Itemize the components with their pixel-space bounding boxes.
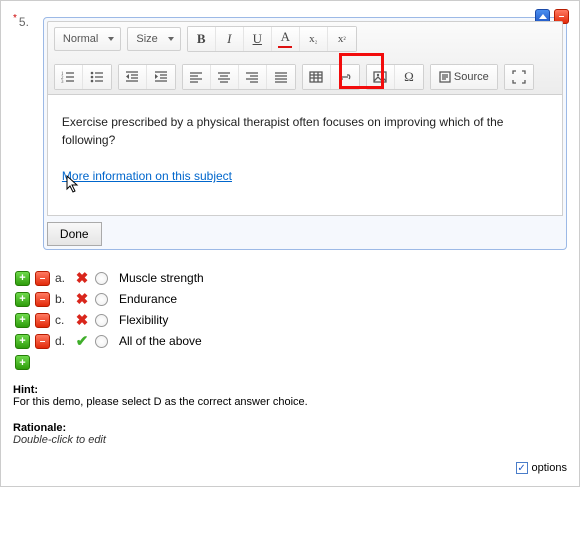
source-icon [439, 71, 451, 83]
options-label: options [532, 462, 567, 474]
align-left-button[interactable] [183, 65, 211, 89]
answer-row: +–a. ✖ Muscle strength [15, 270, 567, 286]
answer-letter: c. [55, 313, 69, 327]
paragraph-format-select[interactable]: Normal [54, 27, 121, 51]
link-button[interactable] [331, 65, 359, 89]
align-justify-icon [274, 70, 288, 84]
question-number: 5. [19, 11, 39, 29]
add-answer-before-button[interactable]: + [15, 271, 30, 286]
answer-letter: a. [55, 271, 69, 285]
hint-label: Hint: [13, 384, 38, 396]
done-label: Done [60, 227, 89, 241]
maximize-button[interactable] [505, 65, 533, 89]
chevron-down-icon [168, 37, 174, 41]
outdent-icon [125, 70, 139, 84]
image-icon [373, 70, 387, 84]
incorrect-mark-icon[interactable]: ✖ [74, 291, 90, 307]
bulleted-list-button[interactable] [83, 65, 111, 89]
svg-text:3: 3 [61, 80, 64, 84]
answer-radio[interactable] [95, 272, 108, 285]
numbered-list-icon: 123 [61, 70, 75, 84]
bulleted-list-icon [90, 70, 104, 84]
maximize-icon [512, 70, 526, 84]
answer-choices: +–a.✖Muscle strength+–b.✖Endurance+–c.✖F… [15, 270, 567, 349]
options-checkbox[interactable]: ✓ [516, 462, 528, 474]
answer-text[interactable]: All of the above [119, 334, 202, 348]
answer-radio[interactable] [95, 314, 108, 327]
hint-text: For this demo, please select D as the co… [13, 396, 308, 408]
indent-icon [154, 70, 168, 84]
question-editor-frame: – * 5. Normal Size B I U [0, 0, 580, 487]
table-button[interactable] [303, 65, 331, 89]
rich-text-editor: Normal Size B I U A x₂ x² [43, 17, 567, 250]
image-button[interactable] [367, 65, 395, 89]
link-icon [337, 70, 353, 84]
answer-radio[interactable] [95, 293, 108, 306]
paragraph-format-label: Normal [63, 33, 98, 45]
answer-row: +–c. ✖ Flexibility [15, 312, 567, 328]
rationale-label: Rationale: [13, 422, 66, 434]
bold-button[interactable]: B [188, 27, 216, 51]
subscript-button[interactable]: x₂ [300, 27, 328, 51]
align-center-icon [217, 70, 231, 84]
rationale-placeholder: Double-click to edit [13, 434, 106, 446]
answer-row: +–b. ✖ Endurance [15, 291, 567, 307]
add-answer-before-button[interactable]: + [15, 334, 30, 349]
answer-letter: d. [55, 334, 69, 348]
align-right-icon [245, 70, 259, 84]
indent-button[interactable] [147, 65, 175, 89]
editor-content[interactable]: Exercise prescribed by a physical therap… [47, 95, 563, 216]
add-answer-before-button[interactable]: + [15, 292, 30, 307]
answer-letter: b. [55, 292, 69, 306]
font-size-select[interactable]: Size [127, 27, 180, 51]
editor-toolbar: Normal Size B I U A x₂ x² [47, 21, 563, 95]
answer-radio[interactable] [95, 335, 108, 348]
align-right-button[interactable] [239, 65, 267, 89]
superscript-button[interactable]: x² [328, 27, 356, 51]
remove-answer-button[interactable]: – [35, 271, 50, 286]
italic-button[interactable]: I [216, 27, 244, 51]
question-body-text: Exercise prescribed by a physical therap… [62, 113, 548, 149]
answer-row: +–d. ✔ All of the above [15, 333, 567, 349]
remove-answer-button[interactable]: – [35, 334, 50, 349]
hint-block: Hint: For this demo, please select D as … [13, 384, 567, 408]
rationale-block[interactable]: Rationale: Double-click to edit [13, 422, 567, 446]
incorrect-mark-icon[interactable]: ✖ [74, 312, 90, 328]
table-icon [309, 70, 323, 84]
inserted-hyperlink[interactable]: More information on this subject [62, 167, 232, 185]
incorrect-mark-icon[interactable]: ✖ [74, 270, 90, 286]
special-char-button[interactable]: Ω [395, 65, 423, 89]
answer-text[interactable]: Muscle strength [119, 271, 204, 285]
underline-button[interactable]: U [244, 27, 272, 51]
add-answer-before-button[interactable]: + [15, 313, 30, 328]
numbered-list-button[interactable]: 123 [55, 65, 83, 89]
answer-text[interactable]: Endurance [119, 292, 177, 306]
align-center-button[interactable] [211, 65, 239, 89]
remove-answer-button[interactable]: – [35, 292, 50, 307]
correct-mark-icon[interactable]: ✔ [74, 333, 90, 349]
font-size-label: Size [136, 33, 157, 45]
source-label: Source [454, 71, 489, 83]
text-color-button[interactable]: A [272, 27, 300, 51]
mouse-cursor-icon [66, 175, 82, 195]
remove-answer-button[interactable]: – [35, 313, 50, 328]
answer-text[interactable]: Flexibility [119, 313, 168, 327]
chevron-down-icon [108, 37, 114, 41]
align-justify-button[interactable] [267, 65, 295, 89]
source-button[interactable]: Source [431, 65, 497, 89]
done-button[interactable]: Done [47, 222, 102, 246]
outdent-button[interactable] [119, 65, 147, 89]
link-label: More information on this subject [62, 169, 232, 183]
add-answer-button[interactable]: + [15, 355, 30, 370]
align-left-icon [189, 70, 203, 84]
